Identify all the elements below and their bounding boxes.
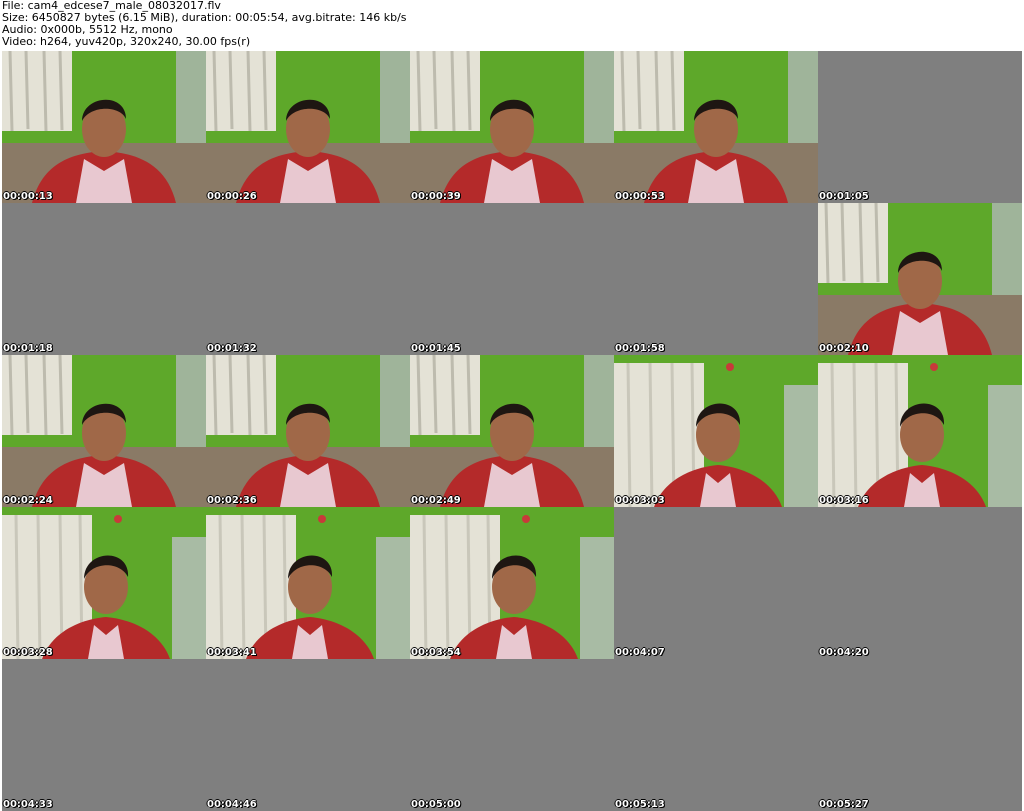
- thumbnail: 00:05:00: [410, 659, 614, 811]
- thumbnail: 00:00:39: [410, 51, 614, 203]
- timestamp-label: 00:02:36: [207, 495, 257, 506]
- timestamp-label: 00:00:26: [207, 191, 257, 202]
- timestamp-label: 00:05:27: [819, 799, 869, 810]
- thumbnail: 00:01:18: [2, 203, 206, 355]
- webcam-frame: [206, 355, 410, 507]
- timestamp-label: 00:01:32: [207, 343, 257, 354]
- thumbnail: 00:02:10: [818, 203, 1022, 355]
- webcam-frame: [818, 355, 1022, 507]
- timestamp-label: 00:02:49: [411, 495, 461, 506]
- webcam-frame: [410, 355, 614, 507]
- timestamp-label: 00:00:39: [411, 191, 461, 202]
- thumbnail: 00:04:33: [2, 659, 206, 811]
- thumbnail-grid: 00:00:13 00:00:26 00:00:39 00:00:53 00:01…: [2, 51, 1022, 811]
- webcam-frame: [614, 51, 818, 203]
- timestamp-label: 00:02:10: [819, 343, 869, 354]
- timestamp-label: 00:01:05: [819, 191, 869, 202]
- webcam-frame: [2, 507, 206, 659]
- timestamp-label: 00:00:13: [3, 191, 53, 202]
- thumbnail: 00:00:13: [2, 51, 206, 203]
- timestamp-label: 00:05:00: [411, 799, 461, 810]
- webcam-frame: [206, 507, 410, 659]
- file-info-header: File: cam4_edcese7_male_08032017.flv Siz…: [2, 0, 407, 48]
- thumbnail: 00:02:49: [410, 355, 614, 507]
- video-info-line: Video: h264, yuv420p, 320x240, 30.00 fps…: [2, 35, 251, 48]
- webcam-frame: [410, 507, 614, 659]
- timestamp-label: 00:01:58: [615, 343, 665, 354]
- timestamp-label: 00:00:53: [615, 191, 665, 202]
- timestamp-label: 00:02:24: [3, 495, 53, 506]
- thumbnail: 00:03:28: [2, 507, 206, 659]
- timestamp-label: 00:01:18: [3, 343, 53, 354]
- thumbnail: 00:05:13: [614, 659, 818, 811]
- thumbnail: 00:00:53: [614, 51, 818, 203]
- timestamp-label: 00:03:54: [411, 647, 461, 658]
- thumbnail: 00:02:36: [206, 355, 410, 507]
- webcam-frame: [206, 51, 410, 203]
- webcam-frame: [410, 51, 614, 203]
- timestamp-label: 00:03:03: [615, 495, 665, 506]
- timestamp-label: 00:01:45: [411, 343, 461, 354]
- timestamp-label: 00:04:07: [615, 647, 665, 658]
- thumbnail: 00:01:45: [410, 203, 614, 355]
- timestamp-label: 00:03:41: [207, 647, 257, 658]
- timestamp-label: 00:03:28: [3, 647, 53, 658]
- thumbnail: 00:01:05: [818, 51, 1022, 203]
- timestamp-label: 00:05:13: [615, 799, 665, 810]
- timestamp-label: 00:04:33: [3, 799, 53, 810]
- timestamp-label: 00:04:20: [819, 647, 869, 658]
- thumbnail: 00:02:24: [2, 355, 206, 507]
- thumbnail: 00:05:27: [818, 659, 1022, 811]
- thumbnail: 00:04:07: [614, 507, 818, 659]
- webcam-frame: [818, 203, 1022, 355]
- timestamp-label: 00:03:16: [819, 495, 869, 506]
- timestamp-label: 00:04:46: [207, 799, 257, 810]
- thumbnail: 00:03:41: [206, 507, 410, 659]
- thumbnail: 00:01:32: [206, 203, 410, 355]
- thumbnail: 00:04:46: [206, 659, 410, 811]
- thumbnail: 00:00:26: [206, 51, 410, 203]
- webcam-frame: [2, 51, 206, 203]
- thumbnail: 00:03:16: [818, 355, 1022, 507]
- thumbnail: 00:03:54: [410, 507, 614, 659]
- webcam-frame: [2, 355, 206, 507]
- thumbnail: 00:01:58: [614, 203, 818, 355]
- thumbnail: 00:04:20: [818, 507, 1022, 659]
- webcam-frame: [614, 355, 818, 507]
- thumbnail: 00:03:03: [614, 355, 818, 507]
